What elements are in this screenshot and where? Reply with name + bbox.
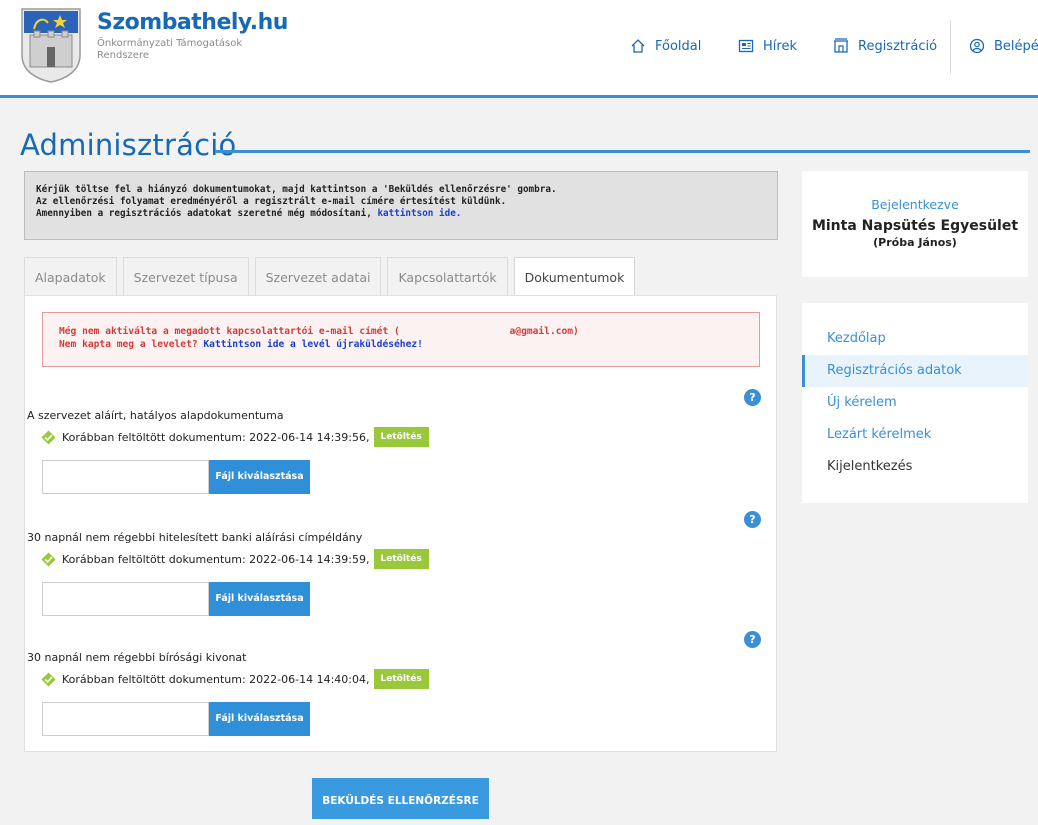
document-title: 30 napnál nem régebbi bírósági kivonat: [27, 651, 247, 664]
site-header: Szombathely.hu Önkormányzati Támogatások…: [0, 0, 1038, 98]
page-title: Adminisztráció: [20, 128, 237, 162]
city-crest-logo[interactable]: [20, 7, 82, 83]
documents-panel: Még nem aktiválta a megadott kapcsolatta…: [24, 295, 777, 752]
document-status: Korábban feltöltött dokumentum: 2022-06-…: [41, 669, 429, 689]
brand-title: Szombathely.hu: [97, 10, 288, 35]
download-button[interactable]: Letöltés: [373, 669, 429, 689]
file-path-input[interactable]: [42, 582, 209, 616]
download-button[interactable]: Letöltés: [373, 549, 429, 569]
nav-item-news[interactable]: Hírek: [738, 34, 797, 58]
nav-item-home[interactable]: Főoldal: [630, 34, 701, 58]
document-title: 30 napnál nem régebbi hitelesített banki…: [27, 531, 363, 544]
file-picker: Fájl kiválasztása: [42, 702, 310, 736]
check-icon: [41, 429, 56, 445]
alert-line-2-text: Nem kapta meg a levelet?: [59, 339, 204, 350]
logged-in-person: (Próba János): [873, 236, 957, 249]
download-button[interactable]: Letöltés: [373, 427, 429, 447]
nav-label-login: Belépé: [994, 38, 1038, 54]
sidebar-item-registration-data[interactable]: Regisztrációs adatok: [802, 355, 1028, 387]
help-icon[interactable]: ?: [744, 631, 761, 648]
file-path-input[interactable]: [42, 460, 209, 494]
info-line-3-text: Amennyiben a regisztrációs adatokat szer…: [36, 208, 378, 219]
tab-org-data[interactable]: Szervezet adatai: [254, 257, 382, 296]
tab-basic-data[interactable]: Alapadatok: [24, 257, 117, 296]
document-item: ? A szervezet aláírt, hatályos alapdokum…: [25, 389, 778, 499]
login-status-card: Bejelentkezve Minta Napsütés Egyesület (…: [802, 171, 1028, 277]
info-notice: Kérjük töltse fel a hiányzó dokumentumok…: [24, 171, 778, 240]
nav-divider: [950, 20, 951, 74]
title-underline: [215, 150, 1030, 153]
tab-bar: Alapadatok Szervezet típusa Szervezet ad…: [24, 257, 641, 297]
choose-file-button[interactable]: Fájl kiválasztása: [209, 460, 310, 494]
document-item: ? 30 napnál nem régebbi bírósági kivonat…: [25, 631, 778, 741]
sidebar-item-closed-requests[interactable]: Lezárt kérelmek: [802, 419, 1028, 451]
check-icon: [41, 551, 56, 567]
tab-documents[interactable]: Dokumentumok: [513, 257, 636, 297]
help-icon[interactable]: ?: [744, 511, 761, 528]
file-picker: Fájl kiválasztása: [42, 460, 310, 494]
nav-item-login[interactable]: Belépé: [969, 34, 1038, 58]
brand[interactable]: Szombathely.hu Önkormányzati Támogatások…: [97, 10, 288, 62]
tab-org-type[interactable]: Szervezet típusa: [122, 257, 249, 296]
sidebar-menu: Kezdőlap Regisztrációs adatok Új kérelem…: [802, 303, 1028, 503]
user-circle-icon: [969, 38, 985, 54]
sidebar-item-home[interactable]: Kezdőlap: [802, 323, 1028, 355]
choose-file-button[interactable]: Fájl kiválasztása: [209, 702, 310, 736]
submit-for-review-button[interactable]: BEKÜLDÉS ELLENŐRZÉSRE: [312, 778, 489, 819]
document-status: Korábban feltöltött dokumentum: 2022-06-…: [41, 427, 429, 447]
info-line-1: Kérjük töltse fel a hiányzó dokumentumok…: [36, 184, 557, 195]
document-status: Korábban feltöltött dokumentum: 2022-06-…: [41, 549, 429, 569]
nav-label-registration: Regisztráció: [858, 38, 938, 54]
news-icon: [738, 39, 754, 53]
file-path-input[interactable]: [42, 702, 209, 736]
document-title: A szervezet aláírt, hatályos alapdokumen…: [27, 409, 284, 422]
document-upload-info: Korábban feltöltött dokumentum: 2022-06-…: [62, 552, 370, 566]
info-line-2: Az ellenőrzési folyamat eredményéről a r…: [36, 196, 507, 207]
info-line-3: Amennyiben a regisztrációs adatokat szer…: [36, 208, 766, 220]
home-icon: [631, 39, 645, 53]
nav-item-registration[interactable]: Regisztráció: [833, 34, 937, 58]
brand-subtitle: Önkormányzati Támogatások Rendszere: [97, 38, 243, 61]
login-status-label: Bejelentkezve: [871, 197, 959, 212]
document-upload-info: Korábban feltöltött dokumentum: 2022-06-…: [62, 672, 370, 686]
edit-registration-link[interactable]: kattintson ide.: [377, 208, 461, 219]
nav-label-news: Hírek: [763, 38, 797, 54]
alert-line-2: Nem kapta meg a levelet? Kattintson ide …: [59, 338, 759, 351]
tab-contacts[interactable]: Kapcsolattartók: [387, 257, 508, 296]
document-upload-info: Korábban feltöltött dokumentum: 2022-06-…: [62, 430, 370, 444]
choose-file-button[interactable]: Fájl kiválasztása: [209, 582, 310, 616]
help-icon[interactable]: ?: [744, 389, 761, 406]
resend-email-link[interactable]: Kattintson ide a levél újraküldéséhez!: [203, 339, 423, 350]
sidebar-item-new-request[interactable]: Új kérelem: [802, 387, 1028, 419]
check-icon: [41, 671, 56, 687]
building-icon: [834, 38, 848, 53]
document-item: ? 30 napnál nem régebbi hitelesített ban…: [25, 511, 778, 621]
alert-line-1: Még nem aktiválta a megadott kapcsolatta…: [59, 326, 579, 337]
file-picker: Fájl kiválasztása: [42, 582, 310, 616]
nav-label-home: Főoldal: [655, 38, 702, 54]
email-activation-alert: Még nem aktiválta a megadott kapcsolatta…: [42, 312, 760, 367]
logged-in-organization: Minta Napsütés Egyesület: [811, 218, 1019, 234]
sidebar-item-logout[interactable]: Kijelentkezés: [802, 451, 1028, 483]
